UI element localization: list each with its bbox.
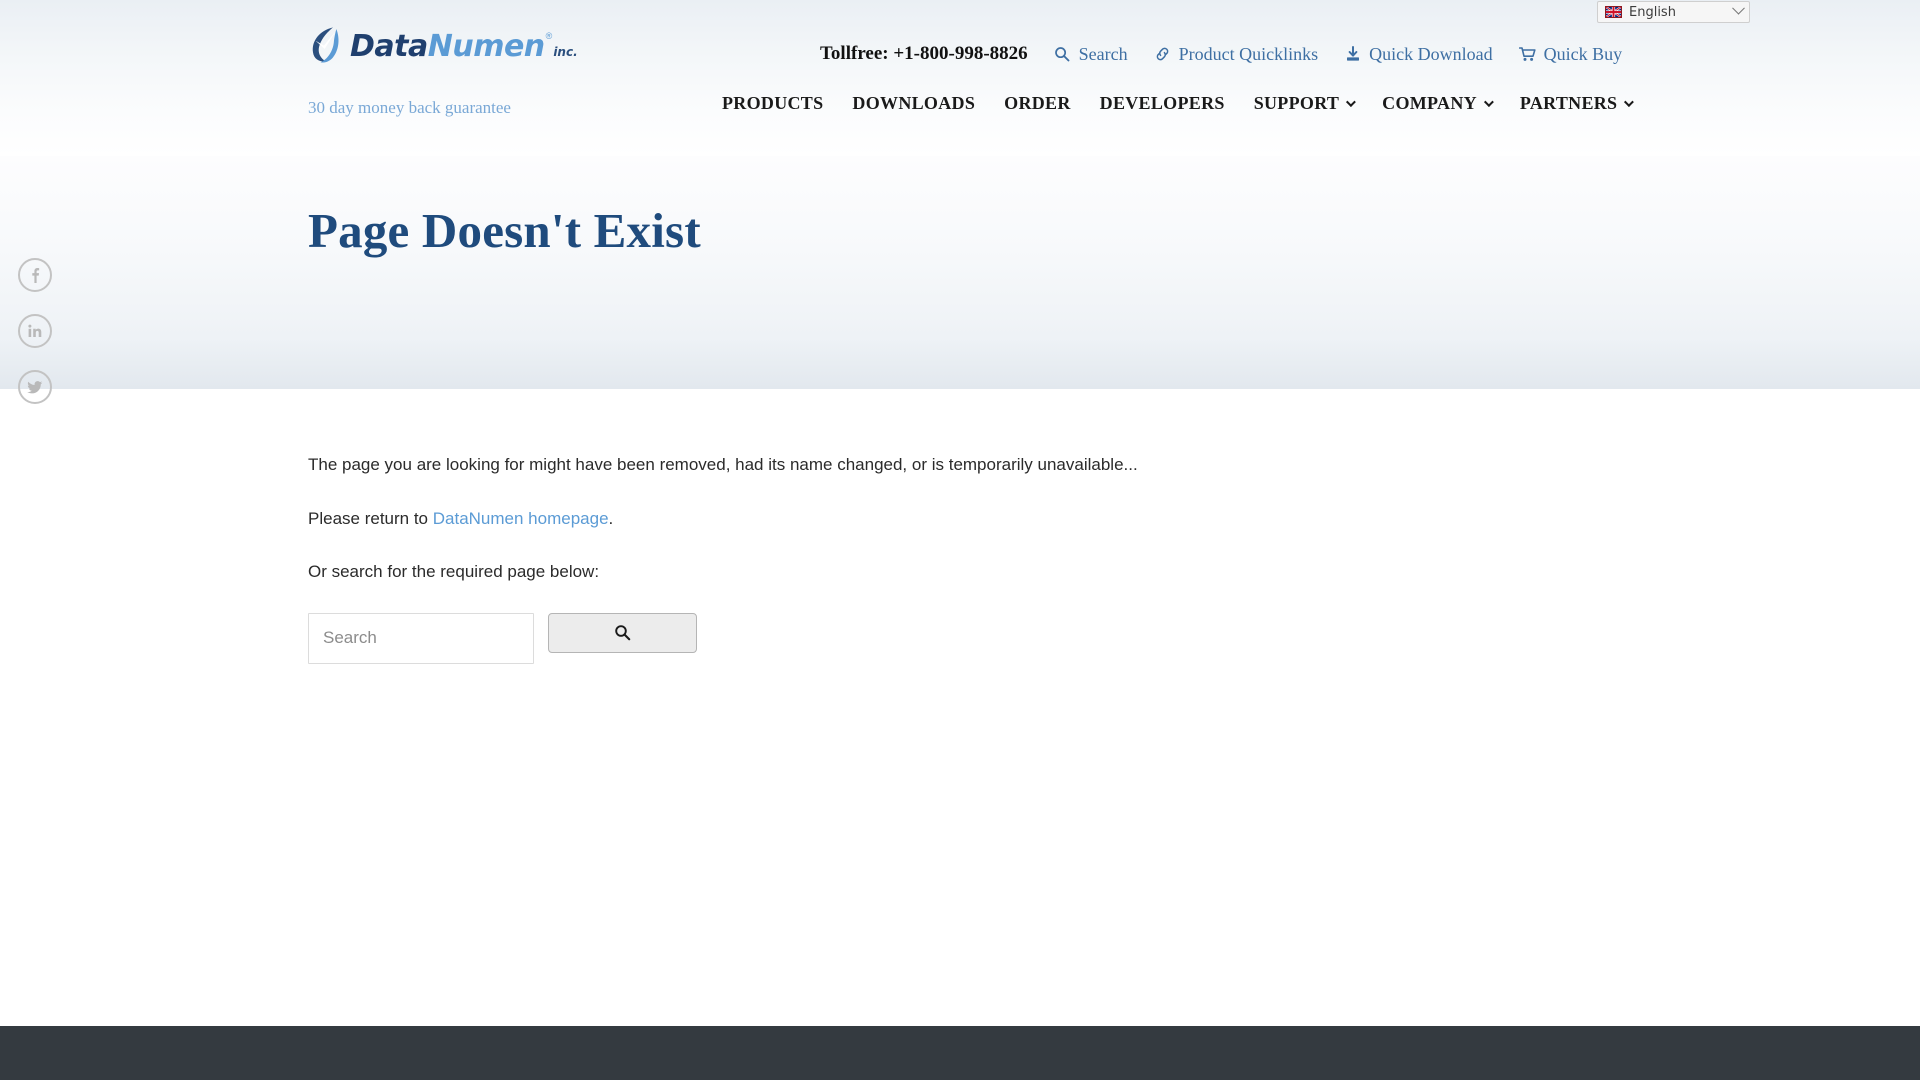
search-prompt: Or search for the required page below: xyxy=(308,562,600,581)
utility-navigation: Tollfree: +1-800-998-8826 Search Product… xyxy=(820,43,1622,65)
search-icon xyxy=(615,625,631,641)
nav-item-label: SUPPORT xyxy=(1253,93,1340,113)
utility-link-label: Product Quicklinks xyxy=(1178,43,1319,64)
main-navigation: PRODUCTS DOWNLOADS ORDER DEVELOPERS SUPP… xyxy=(722,93,1635,114)
chevron-down-icon xyxy=(1483,97,1494,108)
nav-item-downloads[interactable]: DOWNLOADS xyxy=(852,93,975,114)
nav-item-label: DEVELOPERS xyxy=(1099,93,1225,113)
site-footer xyxy=(0,1026,1920,1080)
site-header: English Data Numen ® inc. 30 day money b… xyxy=(0,0,1920,156)
social-link-facebook[interactable] xyxy=(18,258,52,292)
nav-item-label: PRODUCTS xyxy=(722,93,824,113)
page-title: Page Doesn't Exist xyxy=(308,203,701,258)
language-selector[interactable]: English xyxy=(1597,1,1750,23)
main-content: The page you are looking for might have … xyxy=(0,389,1920,1026)
logo-text-data: Data xyxy=(350,29,428,64)
social-share-rail xyxy=(18,258,52,404)
return-home-paragraph: Please return to DataNumen homepage. xyxy=(308,506,1920,532)
homepage-link[interactable]: DataNumen homepage xyxy=(433,509,609,528)
return-home-prefix: Please return to xyxy=(308,508,433,528)
link-chain-icon xyxy=(1154,46,1171,63)
linkedin-icon xyxy=(28,324,42,337)
site-logo[interactable]: Data Numen ® inc. xyxy=(308,24,578,64)
utility-link-quick-buy[interactable]: Quick Buy xyxy=(1518,43,1623,65)
nav-item-label: ORDER xyxy=(1004,93,1071,113)
search-form xyxy=(308,612,1920,664)
chevron-down-icon xyxy=(1624,97,1635,108)
hero-banner: Page Doesn't Exist xyxy=(0,156,1920,389)
money-back-guarantee-tagline: 30 day money back guarantee xyxy=(308,98,511,117)
logo-text-numen: Numen xyxy=(427,29,545,64)
nav-item-support[interactable]: SUPPORT xyxy=(1253,93,1357,114)
return-home-suffix: . xyxy=(608,508,614,528)
chevron-down-icon xyxy=(1346,97,1357,108)
datanumen-logo-mark xyxy=(312,27,339,63)
utility-link-product-quicklinks[interactable]: Product Quicklinks xyxy=(1154,43,1319,65)
utility-link-label: Search xyxy=(1078,43,1128,64)
logo-text-inc: inc. xyxy=(553,45,578,59)
twitter-icon xyxy=(27,381,43,394)
shopping-cart-icon xyxy=(1518,46,1536,63)
utility-link-quick-download[interactable]: Quick Download xyxy=(1344,43,1493,65)
nav-item-label: PARTNERS xyxy=(1519,93,1618,113)
nav-item-label: DOWNLOADS xyxy=(852,93,976,113)
uk-flag-icon xyxy=(1605,6,1622,18)
nav-item-company[interactable]: COMPANY xyxy=(1382,93,1494,114)
registered-mark-icon: ® xyxy=(545,31,553,41)
nav-item-label: COMPANY xyxy=(1382,93,1477,113)
tollfree-phone: Tollfree: +1-800-998-8826 xyxy=(820,43,1028,64)
chevron-down-icon xyxy=(1732,1,1745,15)
search-input[interactable] xyxy=(308,612,534,664)
social-link-linkedin[interactable] xyxy=(18,314,52,348)
utility-link-label: Quick Buy xyxy=(1543,43,1623,64)
error-description: The page you are looking for might have … xyxy=(308,455,1138,474)
facebook-icon xyxy=(32,268,40,283)
search-icon xyxy=(1054,46,1071,63)
nav-item-developers[interactable]: DEVELOPERS xyxy=(1100,93,1225,114)
nav-item-partners[interactable]: PARTNERS xyxy=(1519,93,1635,114)
nav-item-order[interactable]: ORDER xyxy=(1004,93,1071,114)
language-selector-label: English xyxy=(1629,4,1676,20)
social-link-twitter[interactable] xyxy=(18,370,52,404)
download-icon xyxy=(1344,46,1361,63)
search-submit-button[interactable] xyxy=(548,612,697,653)
utility-link-search[interactable]: Search xyxy=(1054,44,1128,65)
nav-item-products[interactable]: PRODUCTS xyxy=(722,93,823,114)
utility-link-label: Quick Download xyxy=(1369,43,1493,64)
